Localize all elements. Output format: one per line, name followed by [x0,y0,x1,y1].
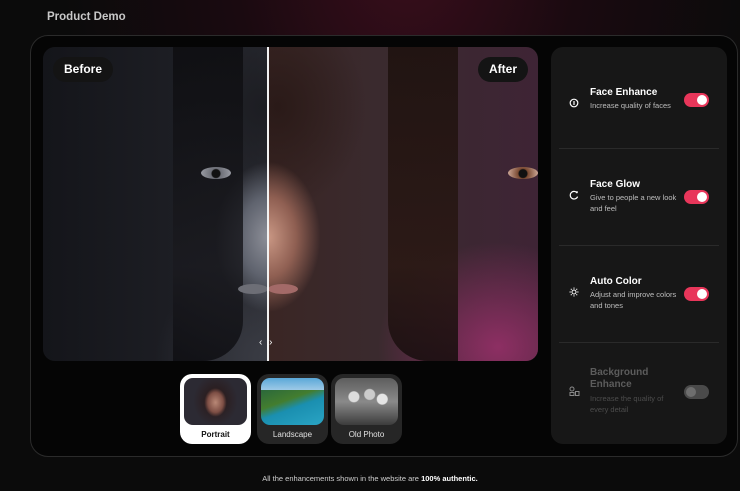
compare-handle-icon[interactable]: ‹ › [259,337,274,348]
before-mouth [238,284,268,294]
after-hair [388,47,458,361]
after-mouth [268,284,298,294]
old-photo-thumbnail-image [335,378,398,425]
landscape-thumbnail-image [261,378,324,425]
toggle-knob [697,289,707,299]
feature-description: Give to people a new look and feel [590,193,677,213]
background-enhance-toggle[interactable] [684,385,709,399]
before-label: Before [53,57,114,82]
before-hair [173,47,243,361]
feature-description: Increase the quality of every detail [590,394,664,414]
section-title: Product Demo [47,11,126,23]
divider [559,245,719,246]
enhancement-panel: Face Enhance Increase quality of faces F… [551,47,727,444]
face-icon [568,98,580,110]
toggle-knob [697,192,707,202]
divider [559,148,719,149]
after-label: After [477,57,528,82]
sun-icon [568,287,580,299]
divider [559,342,719,343]
before-image [43,47,268,361]
footer-emphasis: 100% authentic. [421,474,478,483]
thumb-landscape[interactable]: Landscape [257,374,328,444]
after-eye [508,167,538,179]
toggle-knob [686,387,696,397]
authenticity-note: All the enhancements shown in the websit… [0,474,740,483]
auto-color-toggle[interactable] [684,287,709,301]
before-after-viewer[interactable]: ‹ › Before After [43,47,538,361]
footer-text: All the enhancements shown in the websit… [262,474,419,483]
toggle-knob [697,95,707,105]
after-image [268,47,538,361]
face-glow-toggle[interactable] [684,190,709,204]
compare-divider[interactable] [267,47,269,361]
feature-description: Adjust and improve colors and tones [590,290,677,310]
feature-title: Background Enhance [590,367,649,390]
thumb-old-photo[interactable]: Old Photo [331,374,402,444]
feature-title: Face Glow [590,179,641,190]
background-icon [568,386,580,398]
before-eye [201,167,231,179]
thumb-portrait[interactable]: Portrait [180,374,251,444]
portrait-thumbnail-image [184,378,247,425]
thumb-label: Landscape [272,430,313,439]
thumb-label: Portrait [201,430,230,439]
feature-description: Increase quality of faces [590,101,671,110]
feature-title: Face Enhance [590,87,658,98]
thumb-label: Old Photo [348,430,385,439]
face-enhance-toggle[interactable] [684,93,709,107]
feature-title: Auto Color [590,276,642,287]
glow-icon [568,190,580,202]
